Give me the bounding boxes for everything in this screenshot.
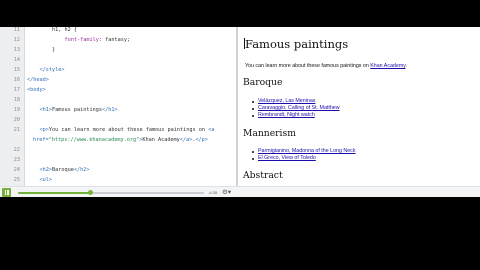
player-bar: -4:35 ⚙▾ bbox=[0, 186, 480, 197]
page-heading: Famous paintings bbox=[245, 37, 349, 51]
code-token: <h1> bbox=[27, 107, 52, 113]
line-number: 20 bbox=[13, 117, 20, 123]
code-text: h1, h2 { bbox=[27, 27, 77, 35]
code-editor[interactable]: 11 h1, h2 {12 font-family: fantasy; 13 } 1… bbox=[0, 27, 236, 186]
code-line: 19 <h1>Famous paintings</h1> bbox=[0, 105, 236, 115]
code-token: href= bbox=[33, 137, 49, 143]
progress-track[interactable] bbox=[18, 189, 204, 195]
line-number: 16 bbox=[13, 77, 20, 83]
code-token: } bbox=[27, 47, 56, 53]
code-line: 16 </head> bbox=[0, 75, 236, 85]
list-item: Parmigianino, Madonna of the Long Neck bbox=[252, 148, 355, 155]
painting-link[interactable]: Caravaggio, Calling of St. Matthew bbox=[258, 105, 340, 111]
line-number: 13 bbox=[13, 47, 20, 53]
code-text: <body> bbox=[27, 85, 46, 95]
painting-link[interactable]: Rembrandt, Night watch bbox=[258, 112, 315, 118]
list-item: El Greco, View of Toledo bbox=[252, 155, 355, 162]
screen-frame: 11 h1, h2 {12 font-family: fantasy; 13 } 1… bbox=[0, 27, 480, 197]
code-line: 24 <h2>Baroque</h2> bbox=[0, 165, 236, 175]
line-number: 15 bbox=[13, 67, 20, 73]
pause-button[interactable] bbox=[2, 188, 11, 197]
code-line: 11 h1, h2 { bbox=[0, 27, 236, 35]
intro-text: You can learn more about these famous pa… bbox=[245, 63, 371, 69]
code-token: </h1> bbox=[101, 107, 118, 113]
code-token: : fantasy; bbox=[98, 37, 131, 43]
painting-link[interactable]: El Greco, View of Toledo bbox=[258, 155, 316, 161]
output-preview: Famous paintings You can learn more abou… bbox=[238, 27, 480, 186]
code-text: <h1>Famous paintings</h1> bbox=[27, 105, 118, 115]
section-heading-abstract: Abstract bbox=[243, 170, 283, 181]
code-token: font-family bbox=[64, 37, 99, 43]
khan-academy-link[interactable]: Khan Academy bbox=[370, 63, 405, 69]
code-token: </p> bbox=[195, 137, 208, 143]
code-line: 21 <p>You can learn more about these fam… bbox=[0, 125, 236, 135]
code-token: <a bbox=[208, 127, 215, 133]
line-number: 18 bbox=[13, 97, 20, 103]
time-remaining: -4:35 bbox=[208, 190, 218, 195]
code-token: Baroque bbox=[52, 167, 74, 173]
code-text: href="https://www.khanacademy.org">Khan … bbox=[33, 135, 208, 145]
code-token: You can learn more about these famous pa… bbox=[48, 127, 209, 133]
intro-paragraph: You can learn more about these famous pa… bbox=[245, 63, 407, 69]
line-number: 11 bbox=[13, 27, 20, 33]
baroque-list: Velázquez, Las Meninas Caravaggio, Calli… bbox=[252, 98, 340, 119]
mannerism-list: Parmigianino, Madonna of the Long Neck E… bbox=[252, 148, 355, 162]
line-number: 14 bbox=[13, 57, 20, 63]
code-text: <p>You can learn more about these famous… bbox=[27, 125, 214, 135]
code-token: <body> bbox=[27, 87, 46, 93]
code-token: </head> bbox=[27, 77, 49, 83]
code-token: </a> bbox=[179, 137, 193, 143]
line-number: 23 bbox=[13, 157, 20, 163]
code-line: 25 <ul> bbox=[0, 175, 236, 185]
code-token: <h2> bbox=[27, 167, 52, 173]
code-token: </style> bbox=[27, 67, 65, 73]
code-token: Famous paintings bbox=[52, 107, 102, 113]
painting-link[interactable]: Velázquez, Las Meninas bbox=[258, 98, 315, 104]
gear-icon[interactable]: ⚙▾ bbox=[222, 188, 231, 197]
code-token: <ul> bbox=[27, 177, 52, 183]
line-number: 25 bbox=[13, 177, 20, 183]
line-number: 22 bbox=[13, 147, 20, 153]
code-line: 22 bbox=[0, 145, 236, 155]
code-token: h1, h2 { bbox=[27, 27, 77, 33]
code-line: 12 font-family: fantasy; bbox=[0, 35, 236, 45]
code-line: 20 bbox=[0, 115, 236, 125]
code-line: href="https://www.khanacademy.org">Khan … bbox=[0, 135, 236, 145]
line-number: 17 bbox=[13, 87, 20, 93]
list-item: Rembrandt, Night watch bbox=[252, 112, 340, 119]
code-token: "https://www.khanacademy.org" bbox=[48, 137, 140, 143]
list-item: Velázquez, Las Meninas bbox=[252, 98, 340, 105]
code-line: 23 bbox=[0, 155, 236, 165]
code-line: 14 bbox=[0, 55, 236, 65]
code-text: <h2>Baroque</h2> bbox=[27, 165, 90, 175]
painting-link[interactable]: Parmigianino, Madonna of the Long Neck bbox=[258, 148, 355, 154]
code-text: </head> bbox=[27, 75, 49, 85]
code-line: 18 bbox=[0, 95, 236, 105]
progress-handle[interactable] bbox=[88, 189, 94, 195]
intro-end: . bbox=[405, 63, 407, 69]
line-number: 24 bbox=[13, 167, 20, 173]
code-text: font-family: fantasy; bbox=[27, 35, 130, 45]
code-text: </style> bbox=[27, 65, 64, 75]
list-item: Caravaggio, Calling of St. Matthew bbox=[252, 105, 340, 112]
code-line: 13 } bbox=[0, 45, 236, 55]
code-line: 15 </style> bbox=[0, 65, 236, 75]
line-number: 19 bbox=[13, 107, 20, 113]
code-token: <p> bbox=[27, 127, 49, 133]
code-text: } bbox=[27, 45, 55, 55]
line-number: 12 bbox=[13, 37, 20, 43]
code-token: Khan Academy bbox=[142, 137, 180, 143]
progress-fill bbox=[18, 191, 91, 194]
line-number: 21 bbox=[13, 127, 20, 133]
code-text: <ul> bbox=[27, 175, 52, 185]
section-heading-baroque: Baroque bbox=[243, 77, 283, 88]
code-line: 17 <body> bbox=[0, 85, 236, 95]
code-token: </h2> bbox=[73, 167, 90, 173]
section-heading-mannerism: Mannerism bbox=[243, 128, 296, 139]
